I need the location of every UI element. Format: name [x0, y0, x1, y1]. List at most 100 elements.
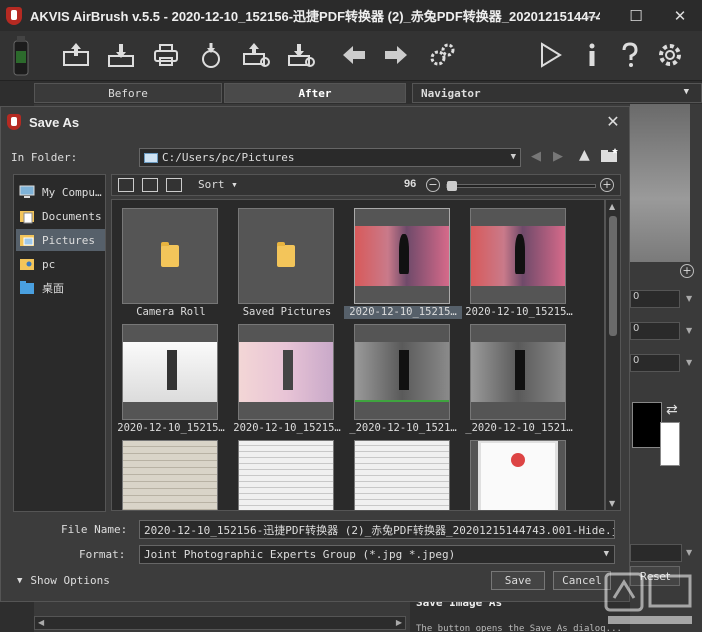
place-label: 桌面: [42, 282, 64, 295]
image-file-item[interactable]: _2020-12-10_1521…: [344, 322, 457, 434]
image-thumbnail: [354, 324, 450, 420]
swap-colors-icon[interactable]: ⇄: [666, 402, 678, 418]
close-window-button[interactable]: ✕: [658, 0, 702, 31]
batch-settings-button[interactable]: [283, 37, 319, 73]
tab-before[interactable]: Before: [34, 83, 222, 103]
thumbnail-image: [355, 342, 449, 402]
zoom-in-icon[interactable]: +: [600, 178, 614, 192]
chevron-down-icon[interactable]: ▼: [686, 548, 692, 557]
image-file-item[interactable]: [344, 438, 452, 510]
dialog-titlebar: Save As ✕: [1, 107, 631, 137]
scroll-left-icon[interactable]: ◀: [38, 618, 44, 627]
image-thumbnail: [470, 324, 566, 420]
grid-vertical-scrollbar[interactable]: ▲ ▼: [605, 199, 621, 511]
save-as-dialog: Save As ✕ In Folder: C:/Users/pc/Picture…: [0, 106, 630, 602]
place-label: Pictures: [42, 233, 95, 247]
print-button[interactable]: [148, 37, 184, 73]
redo-arrow-button[interactable]: [378, 37, 414, 73]
format-label: Format:: [79, 548, 126, 561]
tab-after[interactable]: After: [224, 83, 406, 103]
list-view-icon[interactable]: [118, 178, 134, 192]
scroll-down-icon[interactable]: ▼: [609, 499, 615, 508]
image-file-item[interactable]: 2020-12-10_15215…: [228, 322, 341, 434]
navigator-panel-header[interactable]: Navigator ▼: [412, 83, 702, 103]
thumbnail-size-slider[interactable]: [446, 181, 596, 191]
file-name-label: File Name:: [61, 523, 128, 536]
sort-menu[interactable]: Sort ▾: [198, 178, 238, 191]
folder-item[interactable]: Saved Pictures: [228, 206, 336, 318]
folder-icon: [238, 208, 334, 304]
image-thumbnail: [238, 440, 334, 510]
preferences-gear-icon[interactable]: [652, 37, 688, 73]
thumbnail-image: [355, 441, 449, 510]
gears-icon[interactable]: [424, 37, 460, 73]
close-icon[interactable]: ✕: [603, 112, 623, 132]
place-documents[interactable]: Documents: [16, 205, 105, 227]
scroll-up-icon[interactable]: ▲: [609, 202, 615, 211]
canvas-horizontal-scrollbar[interactable]: ◀ ▶: [34, 616, 406, 630]
navigator-label: Navigator: [421, 86, 481, 100]
show-options-toggle[interactable]: ▼ Show Options: [17, 574, 110, 587]
file-caption: _2020-12-10_1521…: [465, 422, 573, 434]
chevron-down-icon[interactable]: ▼: [686, 326, 692, 335]
scroll-right-icon[interactable]: ▶: [396, 618, 402, 627]
batch-save-button[interactable]: [238, 37, 274, 73]
background-color-swatch[interactable]: [660, 422, 680, 466]
back-arrow-icon[interactable]: ◀: [531, 149, 541, 164]
chevron-down-icon[interactable]: ▼: [684, 87, 689, 97]
file-name-input[interactable]: 2020-12-10_152156-迅捷PDF转换器 (2)_赤兔PDF转换器_…: [139, 520, 615, 539]
navigator-preview[interactable]: [630, 104, 690, 262]
param-spinbox-2[interactable]: 0: [630, 322, 680, 340]
chevron-down-icon[interactable]: ▼: [604, 549, 609, 559]
foreground-color-swatch[interactable]: [632, 402, 662, 448]
info-button[interactable]: [574, 37, 610, 73]
places-sidebar: My Compu… Documents Pictures pc 桌面: [13, 174, 106, 512]
undo-arrow-button[interactable]: [336, 37, 372, 73]
image-file-item[interactable]: [460, 438, 568, 510]
zoom-in-icon[interactable]: +: [680, 264, 694, 278]
param-spinbox-1[interactable]: 0: [630, 290, 680, 308]
image-thumbnail: [238, 324, 334, 420]
chevron-down-icon[interactable]: ▼: [686, 294, 692, 303]
place-my-computer[interactable]: My Compu…: [16, 181, 105, 203]
image-file-item[interactable]: 2020-12-10_15215…: [460, 206, 573, 318]
documents-folder-icon: [20, 211, 34, 224]
place-pictures[interactable]: Pictures: [16, 229, 105, 251]
image-thumbnail: [470, 440, 566, 510]
image-file-item[interactable]: _2020-12-10_1521…: [460, 322, 573, 434]
folder-path-combo[interactable]: C:/Users/pc/Pictures ▼: [139, 148, 521, 167]
image-file-item[interactable]: [228, 438, 336, 510]
scrollbar-thumb[interactable]: [609, 216, 617, 336]
help-button[interactable]: [612, 37, 648, 73]
folder-path: C:/Users/pc/Pictures: [162, 151, 295, 164]
new-folder-icon[interactable]: [600, 147, 620, 163]
save-button[interactable]: Save: [491, 571, 545, 590]
user-folder-icon: [20, 259, 34, 270]
open-image-button[interactable]: [58, 37, 94, 73]
maximize-button[interactable]: ☐: [614, 0, 658, 31]
minimize-button[interactable]: —: [570, 0, 614, 31]
zoom-out-icon[interactable]: −: [426, 178, 440, 192]
format-select[interactable]: Joint Photographic Experts Group (*.jpg …: [139, 545, 615, 564]
folder-item[interactable]: Camera Roll: [112, 206, 220, 318]
forward-arrow-icon[interactable]: ▶: [553, 149, 563, 164]
preset-select[interactable]: [630, 544, 682, 562]
chevron-down-icon[interactable]: ▼: [511, 152, 516, 162]
save-image-button[interactable]: [103, 37, 139, 73]
image-file-item[interactable]: [112, 438, 220, 510]
up-folder-icon[interactable]: ▲: [579, 147, 590, 163]
chevron-down-icon[interactable]: ▼: [686, 358, 692, 367]
slider-handle[interactable]: [447, 181, 457, 191]
run-play-button[interactable]: [532, 37, 568, 73]
place-pc[interactable]: pc: [16, 253, 105, 275]
share-web-button[interactable]: [193, 37, 229, 73]
thumbnail-image: [239, 441, 333, 510]
image-file-item[interactable]: 2020-12-10_15215…: [344, 206, 462, 319]
detail-view-icon[interactable]: [142, 178, 158, 192]
place-desktop[interactable]: 桌面: [16, 277, 105, 299]
param-spinbox-3[interactable]: 0: [630, 354, 680, 372]
thumbnail-view-icon[interactable]: [166, 178, 182, 192]
image-file-item[interactable]: 2020-12-10_15215…: [112, 322, 225, 434]
hint-text: The button opens the Save As dialog...: [416, 624, 622, 632]
thumbnail-image: [478, 441, 558, 510]
